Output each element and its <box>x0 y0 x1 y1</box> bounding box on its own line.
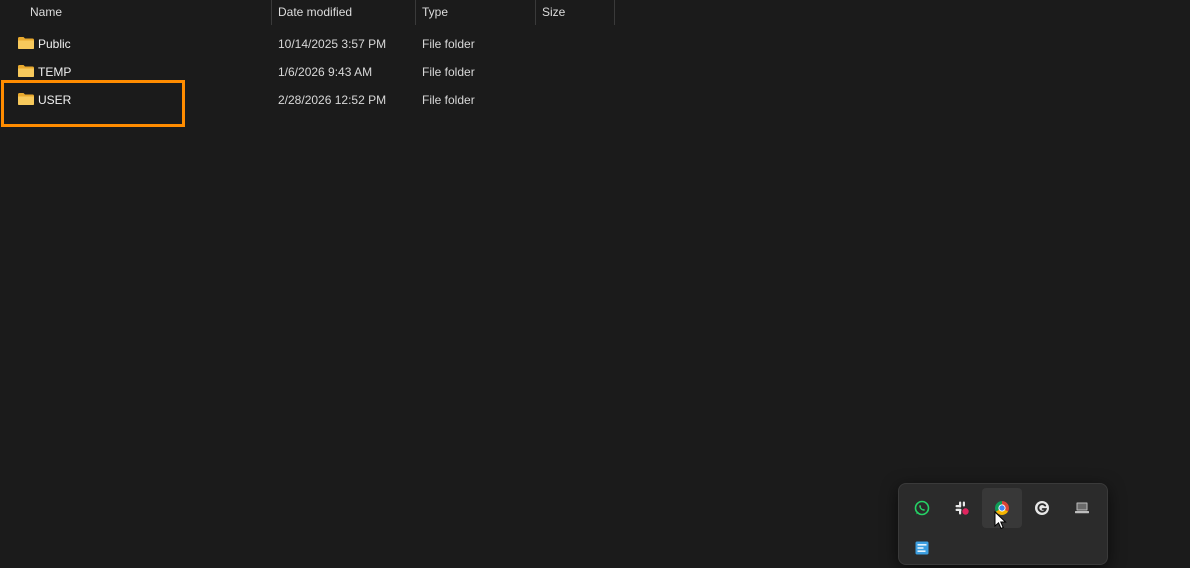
folder-icon <box>18 37 34 49</box>
folder-type: File folder <box>422 37 475 51</box>
folder-type: File folder <box>422 93 475 107</box>
folder-name: TEMP <box>38 65 72 79</box>
grammarly-icon <box>1035 501 1049 515</box>
folder-name: USER <box>38 93 72 107</box>
folder-row-temp[interactable]: TEMP 1/6/2026 9:43 AM File folder <box>0 58 620 86</box>
column-size-header[interactable]: Size <box>535 0 615 25</box>
tray-slack[interactable] <box>942 488 982 528</box>
slack-icon <box>955 501 969 515</box>
chrome-icon <box>995 501 1009 515</box>
tray-laptop[interactable] <box>1062 488 1102 528</box>
folder-icon <box>18 65 34 77</box>
laptop-icon <box>1075 502 1089 514</box>
whatsapp-icon <box>914 500 930 516</box>
column-date-header[interactable]: Date modified <box>271 0 415 25</box>
folder-date: 1/6/2026 9:43 AM <box>278 65 373 79</box>
tray-whatsapp[interactable] <box>902 488 942 528</box>
column-type-header[interactable]: Type <box>415 0 535 25</box>
tray-grammarly[interactable] <box>1022 488 1062 528</box>
tray-network-app[interactable] <box>902 528 942 568</box>
folder-icon <box>18 93 34 105</box>
folder-row-user[interactable]: USER 2/28/2026 12:52 PM File folder <box>0 86 620 114</box>
column-header: ⌃ Name Date modified Type Size <box>0 0 620 26</box>
folder-date: 10/14/2025 3:57 PM <box>278 37 387 51</box>
tray-chrome[interactable] <box>982 488 1022 528</box>
file-explorer: ⌃ Name Date modified Type Size Public 10… <box>0 0 1190 565</box>
folder-name: Public <box>38 37 71 51</box>
folder-type: File folder <box>422 65 475 79</box>
folder-date: 2/28/2026 12:52 PM <box>278 93 387 107</box>
network-app-icon <box>915 541 929 555</box>
column-name-header[interactable]: Name <box>24 0 271 25</box>
folder-row-public[interactable]: Public 10/14/2025 3:57 PM File folder <box>0 30 620 58</box>
